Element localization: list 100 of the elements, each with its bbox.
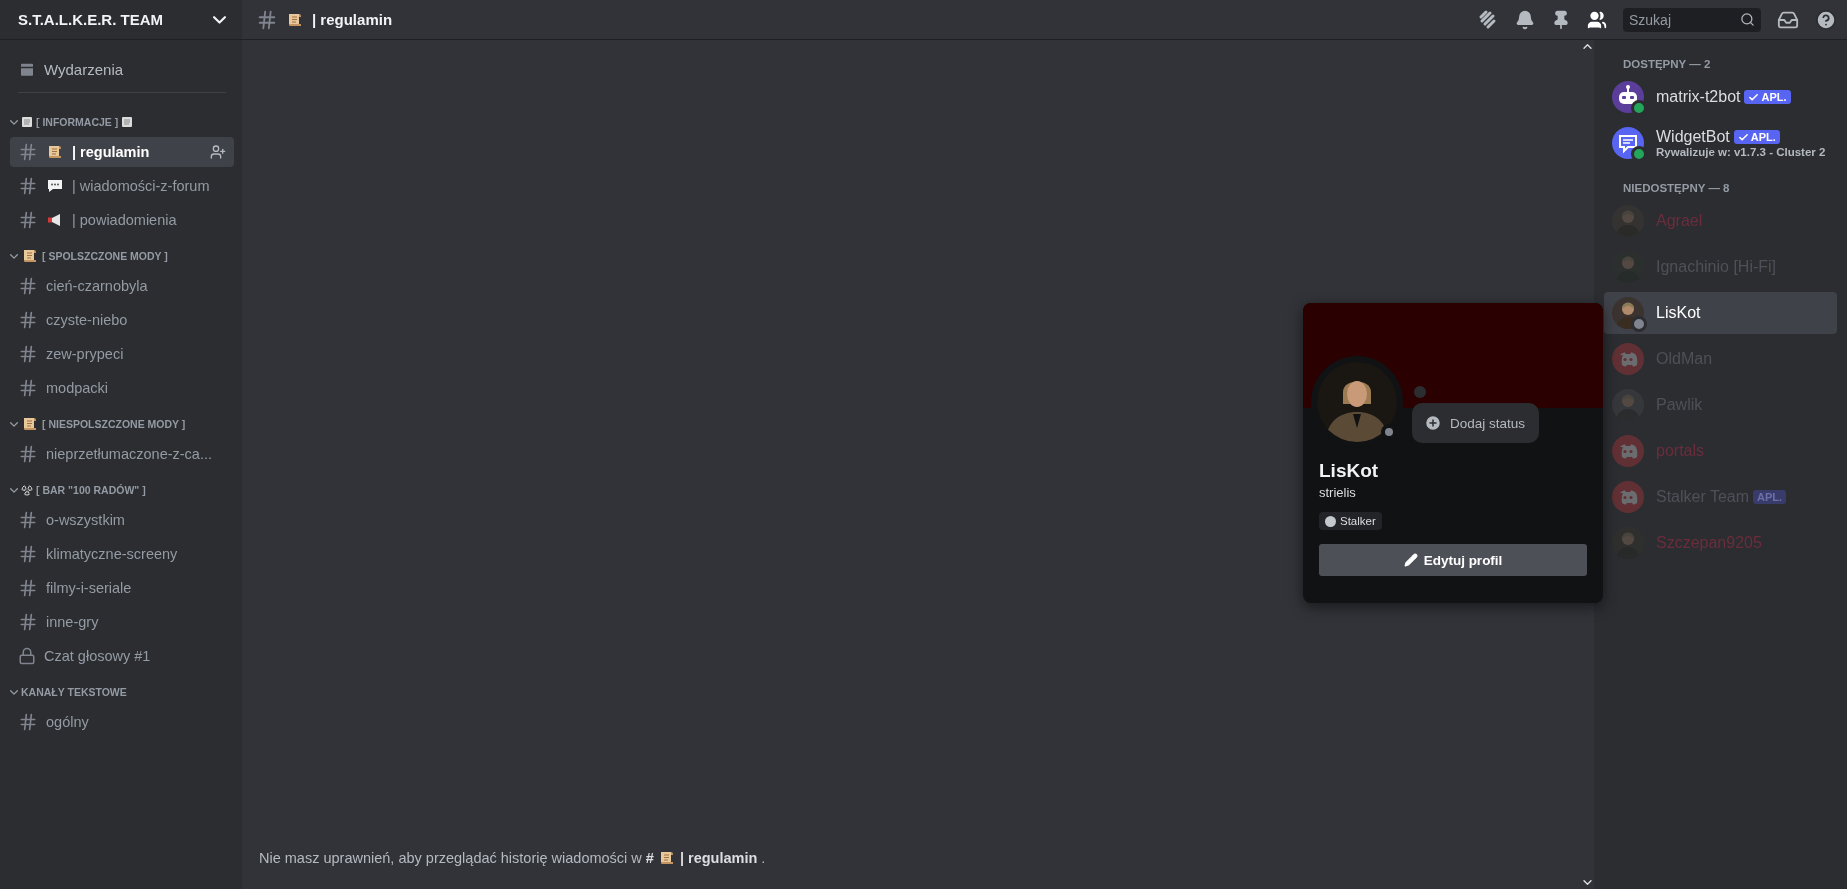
member-name: matrix-t2bot [1656, 88, 1741, 106]
channel-item[interactable]: | wiadomości-z-forum [10, 171, 234, 201]
channel-item[interactable]: Czat głosowy #1 [10, 641, 234, 671]
category-label: [ NIESPOLSZCZONE MODY ] [42, 418, 186, 430]
page-icon [21, 116, 33, 128]
add-member-icon[interactable] [210, 144, 226, 160]
search-icon [1740, 11, 1755, 27]
category-label: [ SPOLSZCZONE MODY ] [42, 250, 168, 262]
scroll-icon [21, 247, 39, 265]
channel-name: | powiadomienia [72, 212, 177, 228]
member-item[interactable]: LisKot [1604, 292, 1837, 334]
channel-item[interactable]: klimatyczne-screeny [10, 539, 234, 569]
page-icon [121, 116, 134, 128]
member-item[interactable]: matrix-t2bot APL. [1604, 76, 1837, 118]
channel-item[interactable]: filmy-i-seriale [10, 573, 234, 603]
chevron-down-icon [10, 689, 18, 695]
avatar [1612, 435, 1644, 467]
channel-name: nieprzetłumaczone-z-ca... [46, 446, 212, 462]
channel-name: inne-gry [46, 614, 99, 630]
role-tag: Stalker [1319, 512, 1382, 530]
events-item[interactable]: Wydarzenia [10, 52, 234, 86]
member-item[interactable]: WidgetBot APL. Rywalizuje w: v1.7.3 - Cluster 2 [1604, 122, 1837, 164]
channel-name: modpacki [46, 380, 109, 396]
scroll-down-icon[interactable] [1582, 880, 1592, 885]
profile-username: strielis [1319, 485, 1357, 500]
hash-icon [18, 612, 38, 632]
search-field[interactable]: Szukaj [1623, 7, 1761, 32]
add-status-button[interactable]: Dodaj status [1412, 403, 1540, 443]
edit-profile-button[interactable]: Edytuj profil [1319, 544, 1587, 576]
group-label: DOSTĘPNY — 2 [1622, 58, 1712, 72]
channel-item[interactable]: czyste-niebo [10, 305, 234, 335]
hash-icon [18, 578, 38, 598]
channel-item[interactable]: o-wszystkim [10, 505, 234, 535]
category-header[interactable]: KANAŁY TEKSTOWE [10, 679, 234, 705]
members-icon[interactable] [1587, 9, 1607, 30]
profile-name: LisKot [1319, 460, 1380, 482]
check-icon [1737, 131, 1749, 143]
hash-icon [18, 142, 38, 162]
category-header[interactable]: [ SPOLSZCZONE MODY ] [10, 243, 234, 269]
category-header[interactable]: [ INFORMACJE ] [10, 109, 234, 135]
help-icon[interactable] [1815, 8, 1837, 31]
scroll-icon [21, 415, 39, 433]
channel-mention[interactable]: # | regulamin [645, 849, 758, 867]
channel-item[interactable]: | regulamin [10, 137, 234, 167]
member-name: portals [1656, 442, 1705, 460]
member-name: LisKot [1656, 304, 1701, 322]
hash-icon [18, 344, 38, 364]
hash-icon [18, 510, 38, 530]
group-label: NIEDOSTĘPNY — 8 [1622, 181, 1731, 196]
channel-title: | regulamin [312, 11, 393, 28]
category-label: [ INFORMACJE ] [36, 116, 119, 128]
channel-name: o-wszystkim [46, 512, 125, 528]
channel-name: Czat głosowy #1 [44, 648, 151, 664]
chevron-down-icon [10, 421, 18, 427]
notice-end: . [761, 850, 766, 866]
category-label: KANAŁY TEKSTOWE [21, 686, 127, 698]
category-label: [ BAR "100 RADÓW" ] [36, 484, 146, 496]
channel-name: czyste-niebo [46, 312, 128, 328]
channel-name: ogólny [46, 714, 89, 730]
channel-item[interactable]: | powiadomienia [10, 205, 234, 235]
scroll-up-icon[interactable] [1582, 44, 1592, 49]
channel-name: filmy-i-seriale [46, 580, 132, 596]
bell-icon[interactable] [1515, 9, 1535, 30]
hash-icon [18, 444, 38, 464]
chevron-down-icon [213, 15, 226, 24]
member-name: WidgetBot [1656, 128, 1730, 146]
channel-item[interactable]: cień-czarnobyla [10, 271, 234, 301]
check-icon [1748, 91, 1760, 103]
app-tag: APL. [1733, 130, 1780, 144]
hash-icon [18, 176, 38, 196]
hash-icon [18, 210, 38, 230]
member-name: Agrael [1656, 212, 1703, 230]
app-tag: APL. [1744, 90, 1791, 104]
pin-icon[interactable] [1551, 9, 1571, 30]
channel-item[interactable]: ogólny [10, 707, 234, 737]
scroll-icon [46, 143, 64, 161]
category-header[interactable]: [ BAR "100 RADÓW" ] [10, 477, 234, 503]
avatar [1612, 343, 1644, 375]
hash-icon [18, 276, 38, 296]
channel-item[interactable]: inne-gry [10, 607, 234, 637]
channel-item[interactable]: modpacki [10, 373, 234, 403]
channel-item[interactable]: nieprzetłumaczone-z-ca... [10, 439, 234, 469]
channel-name: cień-czarnobyla [46, 278, 148, 294]
channel-name: | wiadomości-z-forum [72, 178, 210, 194]
avatar [1612, 481, 1644, 513]
channel-name: zew-prypeci [46, 346, 124, 362]
channel-item[interactable]: zew-prypeci [10, 339, 234, 369]
channel-name: klimatyczne-screeny [46, 546, 178, 562]
plus-icon [1424, 414, 1442, 432]
chevron-down-icon [10, 487, 18, 493]
chevron-down-icon [10, 253, 18, 259]
hash-icon [18, 544, 38, 564]
channel-name: | regulamin [72, 144, 150, 160]
server-header[interactable]: S.T.A.L.K.E.R. TEAM [0, 0, 242, 40]
pencil-icon [1403, 553, 1418, 567]
category-header[interactable]: [ NIESPOLSZCZONE MODY ] [10, 411, 234, 437]
chevron-down-icon [10, 119, 18, 125]
hash-icon [18, 712, 38, 732]
hash-icon [18, 310, 38, 330]
hash-icon [18, 378, 38, 398]
